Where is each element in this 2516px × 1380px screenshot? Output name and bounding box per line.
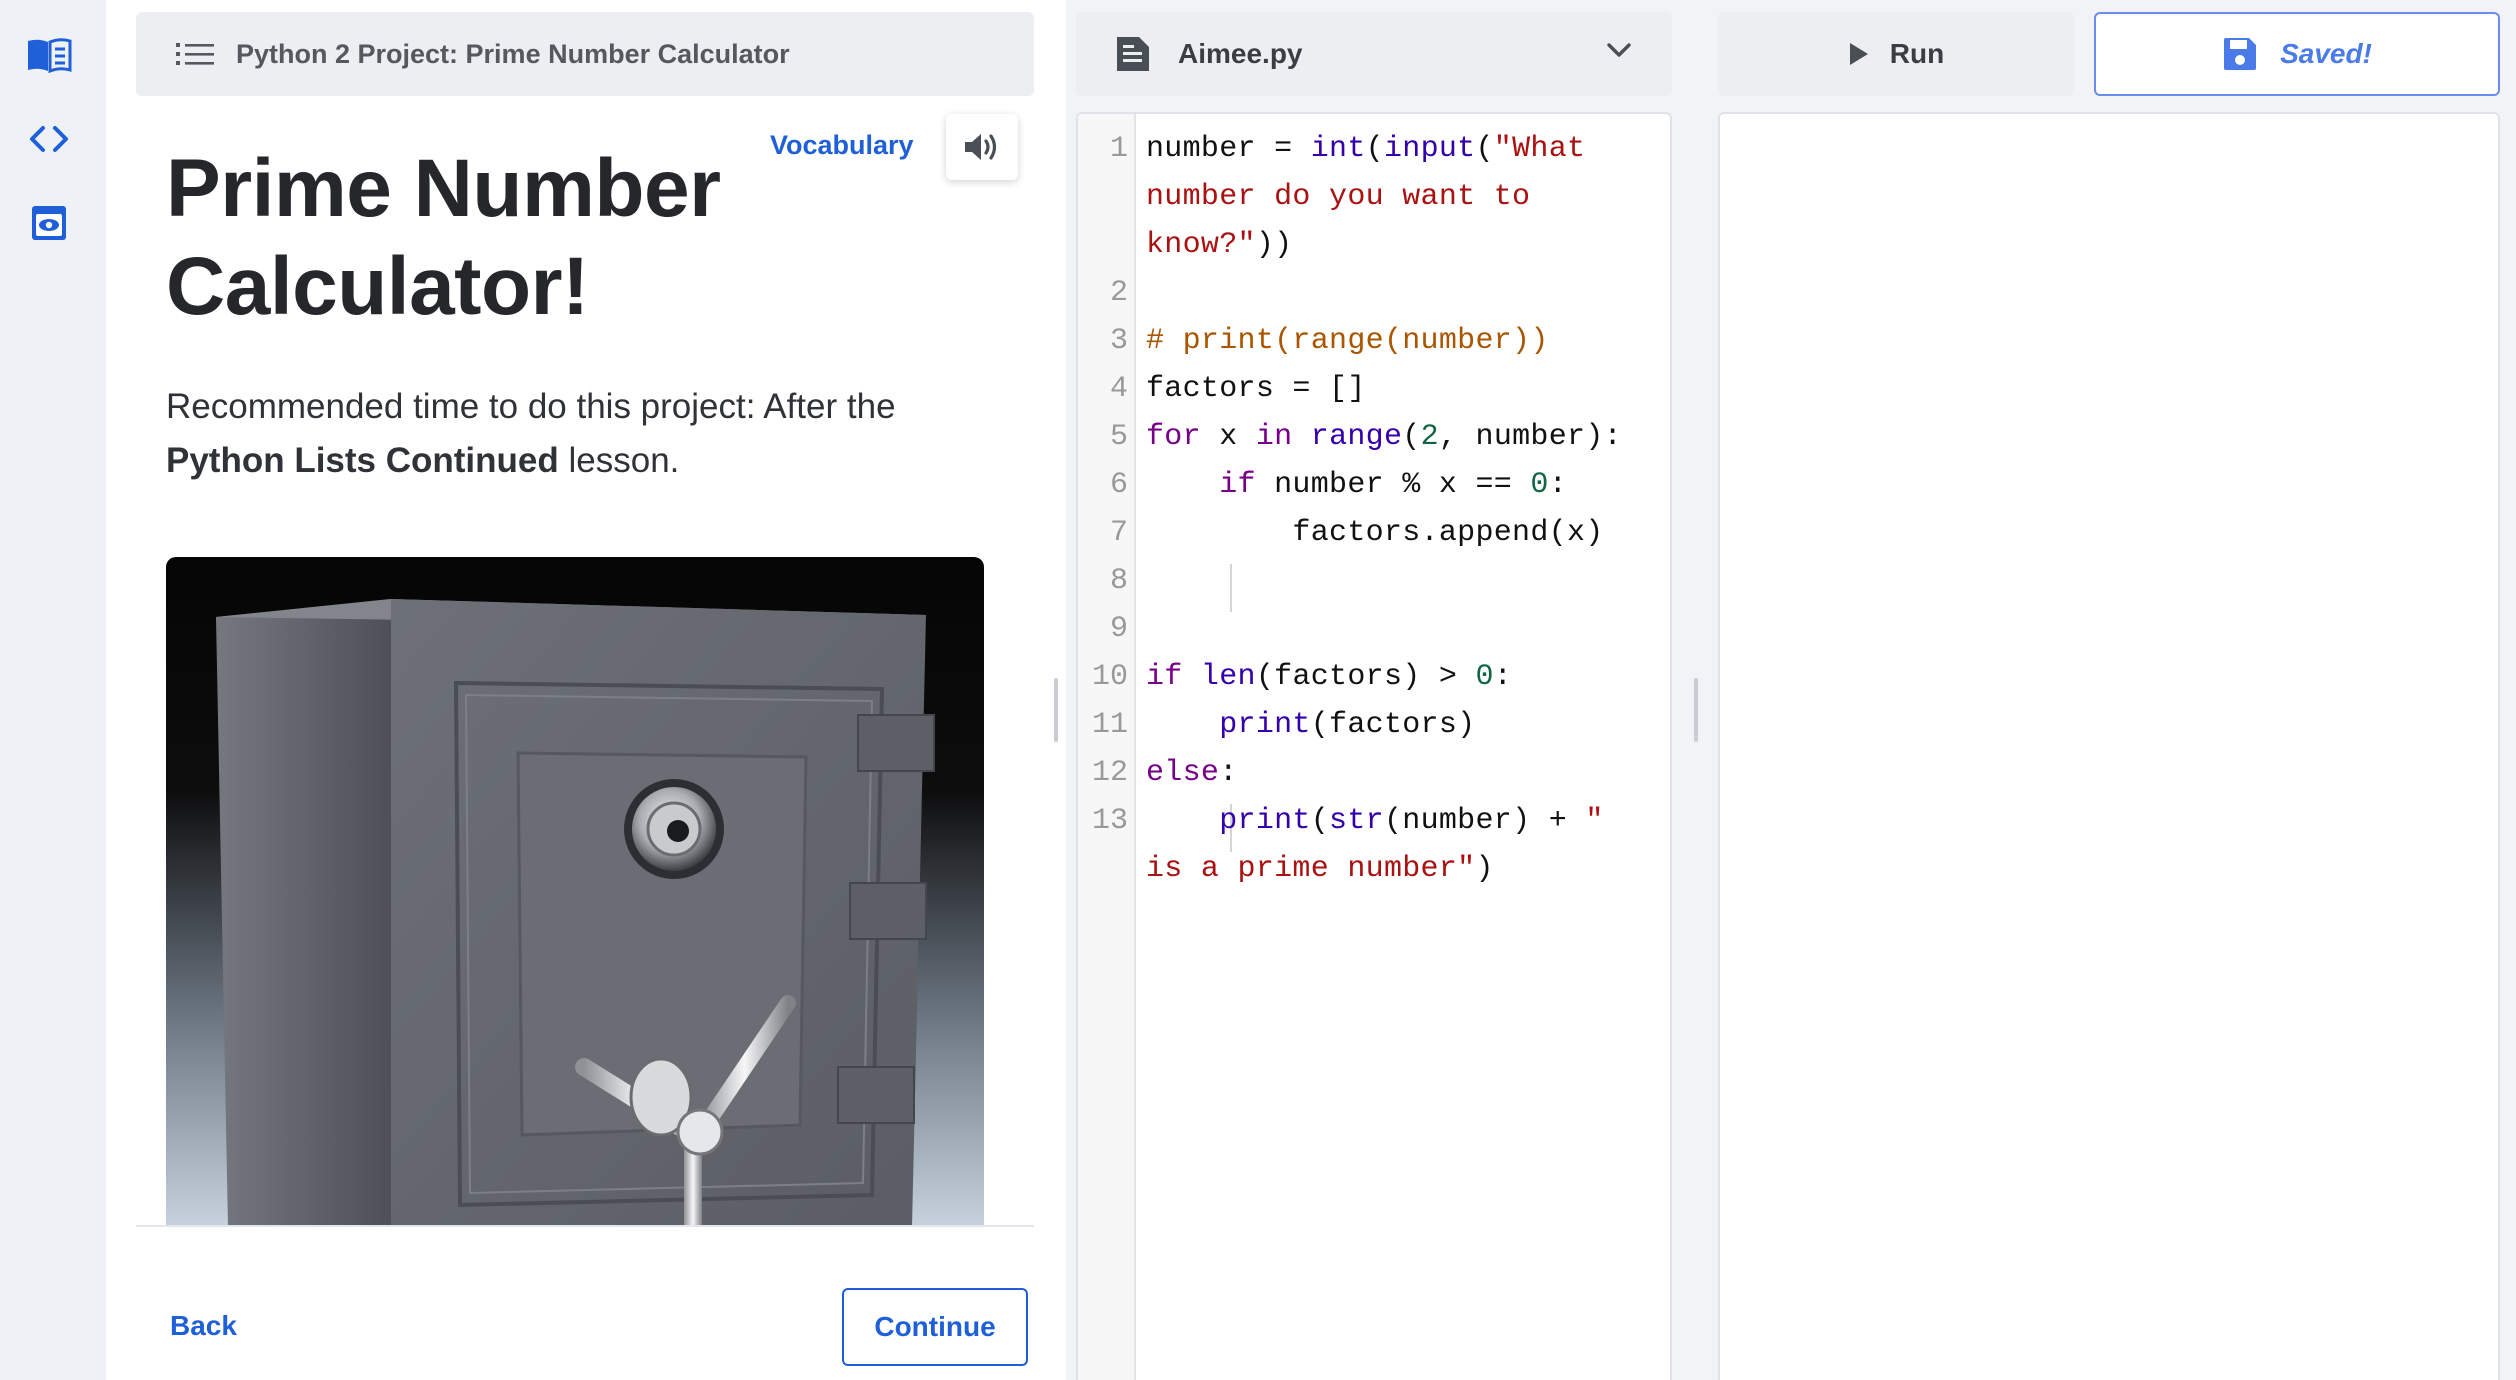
lesson-header-title: Python 2 Project: Prime Number Calculato…: [236, 38, 790, 69]
speaker-button[interactable]: [946, 114, 1018, 180]
code-line: print(factors): [1219, 708, 1476, 742]
line-number: 13: [1091, 804, 1128, 838]
code-icon[interactable]: [22, 112, 76, 166]
line-number: 6: [1109, 468, 1128, 502]
lesson-footer-divider: [136, 1225, 1034, 1227]
lesson-title: Prime Number Calculator!: [166, 140, 786, 336]
lesson-description: Recommended time to do this project: Aft…: [166, 380, 996, 488]
chevron-down-icon[interactable]: [1606, 42, 1632, 58]
panel-resize-handle[interactable]: [1694, 678, 1698, 742]
lesson-title-line2: Calculator!: [166, 241, 589, 332]
code-line: print(str(number) + ": [1219, 804, 1604, 838]
floppy-disk-icon: [2222, 36, 2258, 72]
list-menu-icon: [176, 42, 214, 66]
code-line: # print(range(number)): [1146, 324, 1549, 358]
line-number: 7: [1109, 516, 1128, 550]
lesson-title-line1: Prime Number: [166, 143, 721, 234]
output-console[interactable]: [1718, 112, 2500, 1380]
code-line: if len(factors) > 0:: [1146, 660, 1513, 694]
code-line: number = int(input("What: [1146, 132, 1586, 166]
run-button[interactable]: Run: [1718, 12, 2074, 96]
code-line: factors = []: [1146, 372, 1366, 406]
save-button[interactable]: Saved!: [2094, 12, 2500, 96]
line-number: 5: [1109, 420, 1128, 454]
run-label: Run: [1889, 38, 1945, 69]
preview-icon[interactable]: [22, 196, 76, 250]
line-number: 10: [1091, 660, 1128, 694]
file-icon: [1114, 34, 1152, 74]
file-name: Aimee.py: [1178, 38, 1303, 69]
safe-image: [166, 557, 984, 1227]
book-icon[interactable]: [22, 28, 76, 82]
line-number: 8: [1109, 564, 1128, 598]
line-number: 3: [1109, 324, 1128, 358]
line-number: 9: [1109, 612, 1128, 646]
file-tab[interactable]: Aimee.py: [1076, 12, 1672, 96]
desc-prefix: Recommended time to do this project: Aft…: [166, 387, 896, 426]
continue-button[interactable]: Continue: [842, 1288, 1028, 1366]
code-line: know?")): [1146, 228, 1293, 262]
code-line: else:: [1146, 756, 1238, 790]
code-line: if number % x == 0:: [1219, 468, 1567, 502]
indent-guide: [1230, 564, 1232, 612]
line-number: 2: [1109, 276, 1128, 310]
code-line: factors.append(x): [1146, 516, 1604, 550]
saved-label: Saved!: [2280, 38, 2372, 69]
back-button[interactable]: Back: [170, 1310, 237, 1342]
code-line: is a prime number"): [1146, 852, 1494, 886]
code-line: for x in range(2, number):: [1146, 420, 1622, 454]
desc-lesson-link-text: Python Lists Continued: [166, 441, 559, 480]
code-editor[interactable]: 1 2 3 4 5 6 7 8 9 10 11 12 13 number = i…: [1076, 112, 1672, 1380]
speaker-icon: [962, 130, 1002, 164]
line-number: 11: [1091, 708, 1128, 742]
desc-suffix: lesson.: [558, 441, 680, 480]
lesson-header[interactable]: Python 2 Project: Prime Number Calculato…: [136, 12, 1034, 96]
play-icon: [1848, 41, 1870, 67]
code-line: number do you want to: [1146, 180, 1531, 214]
line-number: 12: [1091, 756, 1128, 790]
safe-illustration: [166, 557, 984, 1227]
vocabulary-link[interactable]: Vocabulary: [770, 130, 914, 161]
panel-resize-handle[interactable]: [1054, 678, 1058, 742]
line-number: 4: [1109, 372, 1128, 406]
line-number: 1: [1109, 132, 1128, 166]
